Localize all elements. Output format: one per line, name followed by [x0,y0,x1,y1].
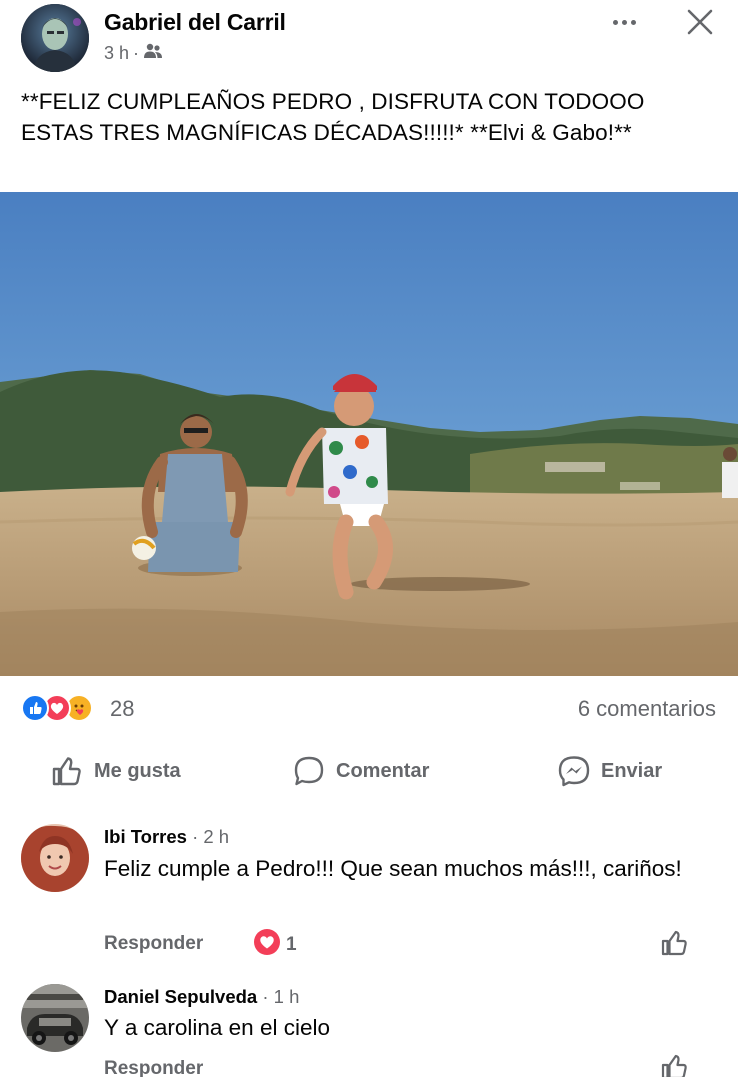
send-label: Enviar [601,759,663,782]
comment-like-icon[interactable] [660,1052,690,1077]
comment-reaction-count: 1 [286,934,297,955]
comment-text: Y a carolina en el cielo [104,1015,330,1040]
like-button[interactable]: Me gusta [50,748,181,794]
thumbs-up-icon [50,754,84,788]
comment-time: · 1 h [262,986,300,1007]
reply-button[interactable]: Responder [104,933,203,955]
close-icon[interactable] [682,4,718,40]
post-photo[interactable] [0,192,738,676]
comment-button[interactable]: Comentar [292,748,429,794]
meta-separator: · [133,43,140,63]
reactions-summary[interactable]: 28 6 comentarios [0,690,738,730]
friends-icon[interactable] [143,43,163,64]
comment-author[interactable]: Daniel Sepulveda [104,986,257,1007]
more-options-icon[interactable] [604,8,644,36]
comment-bubble-icon [292,754,326,788]
send-button[interactable]: Enviar [557,748,662,794]
like-label: Me gusta [94,759,181,782]
commenter-avatar[interactable] [21,824,89,892]
post-time[interactable]: 3 h [104,43,129,64]
comment-item: Daniel Sepulveda · 1 h Y a carolina en e… [0,980,738,1077]
like-reaction-icon [21,694,49,722]
post-actions: Me gusta Comentar Enviar [0,748,738,794]
comment-time: · 2 h [192,826,230,847]
comment-reaction[interactable]: 1 [253,928,297,962]
comment-label: Comentar [336,759,430,782]
author-avatar[interactable] [21,4,89,72]
comment-author-line: Daniel Sepulveda · 1 h [104,986,299,1008]
post-text: **FELIZ CUMPLEAÑOS PEDRO , DISFRUTA CON … [21,89,645,145]
messenger-icon [557,754,591,788]
comment-text: Feliz cumple a Pedro!!! Que sean muchos … [104,856,682,881]
post-header: Gabriel del Carril 3 h · [0,0,738,80]
love-reaction-icon [253,928,281,962]
comment-author[interactable]: Ibi Torres [104,826,187,847]
reaction-icons [21,694,93,724]
reaction-count[interactable]: 28 [110,696,134,722]
post-meta: 3 h · [104,43,163,64]
comment-author-line: Ibi Torres · 2 h [104,826,229,848]
commenter-avatar[interactable] [21,984,89,1052]
comment-like-icon[interactable] [660,928,690,963]
comment-item: Ibi Torres · 2 h Feliz cumple a Pedro!!!… [0,820,738,970]
author-name[interactable]: Gabriel del Carril [104,9,286,36]
comments-count[interactable]: 6 comentarios [578,696,716,722]
reply-button[interactable]: Responder [104,1058,203,1077]
